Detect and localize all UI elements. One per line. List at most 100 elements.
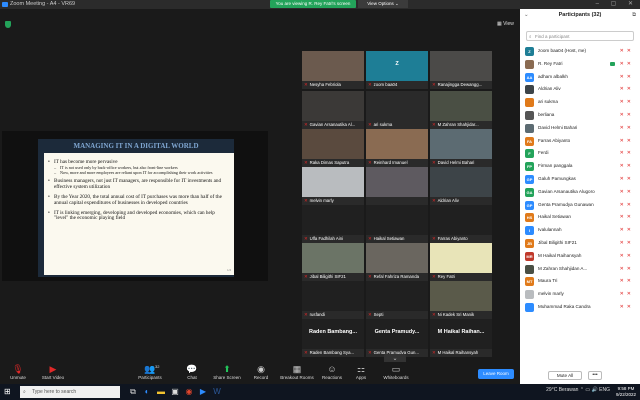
participant-video-tile[interactable]: ✕ Raka Dimas Saputra — [302, 129, 364, 167]
participant-row[interactable]: FP Firman panggala ✕✕ — [524, 160, 638, 173]
tile-name-label: ✕ Raden Bambang Sya... — [304, 350, 355, 355]
tile-name-label: ✕ Ulfa Fadhilah Aini — [304, 236, 344, 241]
participants-button[interactable]: 👥 32 Participants — [130, 364, 170, 380]
participant-video-tile[interactable]: Raden Bambang... ✕ Raden Bambang Sya... — [302, 319, 364, 357]
apps-button[interactable]: ⚏ Apps — [341, 364, 381, 380]
participant-row[interactable]: melvin marly ✕✕ — [524, 288, 638, 301]
mic-muted-icon: ✕ — [432, 160, 436, 165]
mic-video-muted-icon: ✕✕ — [619, 265, 634, 272]
video-on-icon — [610, 61, 615, 66]
participant-video-tile[interactable]: ✕ Refal Fahriza Ramanda — [366, 243, 428, 281]
participant-video-tile[interactable]: ✕ Ni Kadek Sri Manik — [430, 281, 492, 319]
view-options-button[interactable]: View Options ⌄ — [358, 0, 408, 8]
participant-row[interactable]: HS Haikal Setiawan ✕✕ — [524, 211, 638, 224]
participant-row[interactable]: ari sukma ✕✕ — [524, 96, 638, 109]
chevron-down-icon[interactable]: ⌄ — [524, 12, 529, 18]
participant-video-tile[interactable]: ✕ melvin marly — [302, 167, 364, 205]
search-icon: ⌕ — [23, 389, 26, 395]
participant-row[interactable]: JB Jibal Biligithi SIF21 ✕✕ — [524, 237, 638, 250]
mic-video-muted-icon: ✕✕ — [619, 175, 634, 182]
participant-video-tile[interactable]: ✕ Rey Fatri — [430, 243, 492, 281]
participant-row[interactable]: I Ivalulannah ✕✕ — [524, 224, 638, 237]
participant-video-tile[interactable]: ✕ Haikal Setiawan — [366, 205, 428, 243]
more-options-button[interactable]: ••• — [588, 371, 602, 380]
window-controls[interactable]: – ▢ ✕ — [596, 0, 638, 9]
tile-name-label: ✕ Septi — [368, 312, 384, 317]
mute-all-button[interactable]: Mute All — [548, 371, 582, 380]
mic-video-muted-icon: ✕✕ — [619, 227, 634, 234]
leave-room-button[interactable]: Leave Room — [478, 369, 514, 379]
mic-muted-icon: ✕ — [304, 160, 308, 165]
participant-row[interactable]: R. Rey Fatri ✕✕ — [524, 58, 638, 71]
participant-video-tile[interactable]: ✕ Aldrian Aliv — [430, 167, 492, 205]
chat-button[interactable]: 💬 Chat — [172, 364, 212, 380]
participant-video-tile[interactable] — [366, 167, 428, 205]
participant-row[interactable]: GA Gavian Arsanautika Alugoro ✕✕ — [524, 186, 638, 199]
mic-video-muted-icon: ✕✕ — [619, 252, 634, 259]
store-icon[interactable]: ▣ — [170, 387, 180, 397]
participant-video-tile[interactable]: ✕ Ranajingga Dewangg... — [430, 51, 492, 89]
video-feed — [302, 243, 364, 273]
participant-video-tile[interactable]: ✕ ari sukma — [366, 91, 428, 129]
start-video-button[interactable]: ▶ Start Video — [33, 364, 73, 380]
edge-browser-icon[interactable]: ◐ — [142, 387, 152, 397]
taskbar-search-input[interactable]: ⌕ Type here to search — [20, 386, 120, 398]
video-feed — [430, 51, 492, 81]
participant-name: melvin marly — [538, 291, 564, 297]
participant-video-tile[interactable]: ✕ Reinhard Imanuel — [366, 129, 428, 167]
participant-row[interactable]: MR M Haikal Raihansyah ✕✕ — [524, 250, 638, 263]
participant-row[interactable]: Aldrian Aliv ✕✕ — [524, 83, 638, 96]
mic-muted-icon: ✕ — [368, 82, 372, 87]
file-explorer-icon[interactable]: ▬ — [156, 387, 166, 397]
video-feed — [302, 51, 364, 81]
participant-name: Maura Tri — [538, 278, 558, 284]
participant-video-tile[interactable]: Genta Pramudy... ✕ Genta Pramudya Gun... — [366, 319, 428, 357]
participant-row[interactable]: GP Genta Pramudya Gunawan ✕✕ — [524, 199, 638, 212]
participant-row[interactable]: Muhammad Raka Candra ✕✕ — [524, 301, 638, 314]
participant-row[interactable]: David Helmi Bahari ✕✕ — [524, 122, 638, 135]
participant-row[interactable]: FA Farras Abiyanto ✕✕ — [524, 135, 638, 148]
mic-muted-icon: ✕ — [432, 274, 436, 279]
participant-name: Genta Pramudya Gunawan — [538, 201, 594, 207]
participant-row[interactable]: M Zahran Shahjidan A... ✕✕ — [524, 263, 638, 276]
participant-name: Firman panggala — [538, 163, 573, 169]
popout-icon[interactable]: ⧉ — [632, 12, 636, 19]
find-participant-input[interactable]: ⌕ Find a participant — [526, 31, 634, 41]
task-view-icon[interactable]: ⧉ — [128, 387, 138, 397]
participant-row[interactable]: AA adham albalkh ✕✕ — [524, 71, 638, 84]
participant-video-tile[interactable]: ✕ David Helmi Bahari — [430, 129, 492, 167]
participant-row[interactable]: F Ferdi ✕✕ — [524, 147, 638, 160]
participant-row[interactable]: Zzoom baa04 (Host, me) ✕✕ — [524, 45, 638, 58]
participant-video-tile[interactable]: ✕ Ulfa Fadhilah Aini — [302, 205, 364, 243]
security-shield-icon[interactable] — [5, 21, 11, 28]
participant-video-tile[interactable]: M Haikal Raihan... ✕ M Haikal Raihansyah — [430, 319, 492, 357]
participant-row[interactable]: MT Maura Tri ✕✕ — [524, 275, 638, 288]
participant-video-tile[interactable]: ✕ rusfandi — [302, 281, 364, 319]
mic-video-muted-icon: ✕✕ — [619, 303, 634, 310]
participant-video-tile[interactable]: ✕ M Zahran Shahjidar... — [430, 91, 492, 129]
windows-taskbar: ⊞ ⌕ Type here to search ⧉ ◐ ▬ ▣ ◉ ▶ W 29… — [0, 384, 640, 400]
word-icon[interactable]: W — [212, 387, 222, 397]
participant-row[interactable]: GP Galuh Pamungkas ✕✕ — [524, 173, 638, 186]
participant-video-tile[interactable]: Z ✕ zoom baa04 — [366, 51, 428, 89]
participant-video-tile[interactable]: ✕ Jibal Biligithi SIF21 — [302, 243, 364, 281]
participant-video-tile[interactable]: ✕ Farras Abiyanto — [430, 205, 492, 243]
view-button[interactable]: ▦ View — [497, 21, 514, 27]
taskbar-clock[interactable]: 9:58 PM 9/22/2022 — [616, 386, 636, 397]
breakout-rooms-button[interactable]: ▦ Breakout Rooms — [277, 364, 317, 380]
record-button[interactable]: ◉ Record — [241, 364, 281, 380]
participant-row[interactable]: berliana ✕✕ — [524, 109, 638, 122]
avatar — [525, 302, 534, 312]
participant-video-tile[interactable]: ✕ Gavian Arsanautika Al... — [302, 91, 364, 129]
mic-video-muted-icon: ✕✕ — [619, 278, 634, 285]
tile-display-name: Genta Pramudy... — [374, 329, 420, 335]
participant-video-tile[interactable]: ✕ Nesyha Febriola — [302, 51, 364, 89]
weather-tray[interactable]: 29°C Berawan ⌃ ▭ 🔊 ENG — [546, 387, 610, 393]
mic-muted-icon: ✕ — [368, 236, 372, 241]
tile-name-label: ✕ M Haikal Raihansyah — [432, 350, 479, 355]
participant-video-tile[interactable]: ✕ Septi — [366, 281, 428, 319]
windows-start-icon[interactable]: ⊞ — [4, 388, 12, 396]
zoom-taskbar-icon[interactable]: ▶ — [198, 387, 208, 397]
chrome-icon[interactable]: ◉ — [184, 387, 194, 397]
whiteboards-button[interactable]: ▭ Whiteboards — [376, 364, 416, 380]
